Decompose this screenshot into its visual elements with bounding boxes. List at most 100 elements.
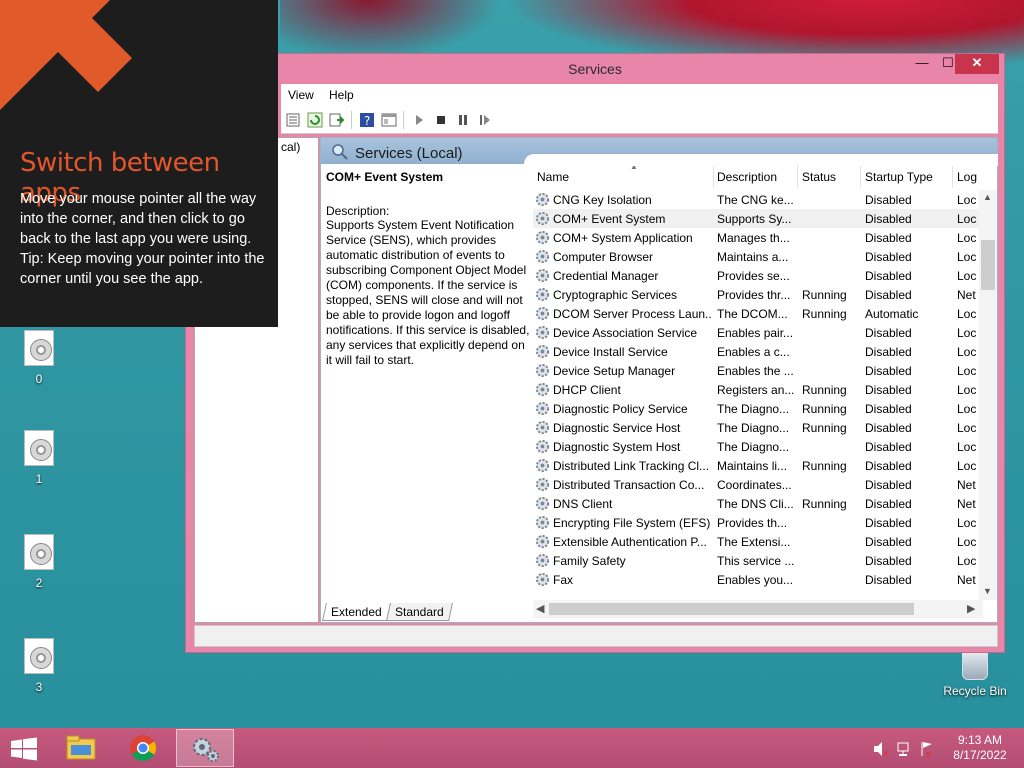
refresh-icon[interactable]	[307, 112, 323, 128]
service-name: Credential Manager	[553, 269, 659, 283]
menu-view[interactable]: View	[288, 88, 314, 102]
service-name: Device Setup Manager	[553, 364, 676, 378]
desktop-icon-3[interactable]: 3	[9, 638, 69, 694]
table-row[interactable]: Diagnostic Service Host The Diagno... Runn…	[533, 418, 983, 437]
properties-icon[interactable]	[285, 112, 301, 128]
service-gear-icon	[535, 325, 550, 340]
service-gear-icon	[535, 553, 550, 568]
vertical-scroll-thumb[interactable]	[981, 240, 995, 290]
service-gear-icon	[535, 230, 550, 245]
export-list-icon[interactable]	[329, 112, 345, 128]
action-center-flag-icon[interactable]: x	[921, 742, 932, 758]
scroll-down-icon[interactable]: ▼	[983, 586, 992, 596]
service-status: Running	[802, 288, 847, 302]
network-icon[interactable]	[897, 742, 909, 756]
column-header-name[interactable]: Name	[537, 170, 569, 184]
table-row[interactable]: Device Setup Manager Enables the ... Disab…	[533, 361, 983, 380]
start-service-icon[interactable]	[411, 112, 427, 128]
disc-file-icon	[24, 638, 54, 674]
description-label: Description:	[326, 204, 390, 218]
restart-service-icon[interactable]	[477, 112, 493, 128]
menu-help[interactable]: Help	[329, 88, 354, 102]
table-row[interactable]: Extensible Authentication P... The Extens…	[533, 532, 983, 551]
column-divider[interactable]	[713, 166, 714, 188]
service-name: Computer Browser	[553, 250, 654, 264]
table-row[interactable]: Cryptographic Services Provides thr... Run…	[533, 285, 983, 304]
table-row[interactable]: Family Safety This service ... Disabled Loc	[533, 551, 983, 570]
table-row[interactable]: DNS Client The DNS Cli... Running Disabled N…	[533, 494, 983, 513]
service-description: Provides th...	[717, 516, 788, 530]
service-name: DHCP Client	[553, 383, 621, 397]
table-row[interactable]: Fax Enables you... Disabled Net	[533, 570, 983, 589]
recycle-bin-icon	[962, 650, 988, 680]
table-row[interactable]: DHCP Client Registers an... Running Disable…	[533, 380, 983, 399]
service-gear-icon	[535, 477, 550, 492]
tab-standard[interactable]: Standard	[386, 603, 453, 621]
column-divider[interactable]	[952, 166, 953, 188]
close-button[interactable]: ✕	[955, 54, 999, 74]
column-header-status[interactable]: Status	[802, 170, 836, 184]
table-row[interactable]: COM+ System Application Manages th... Disa…	[533, 228, 983, 247]
service-gear-icon	[535, 534, 550, 549]
column-divider[interactable]	[860, 166, 861, 188]
taskbar-services[interactable]	[176, 729, 234, 767]
table-row[interactable]: Device Association Service Enables pair..…	[533, 323, 983, 342]
taskbar-chrome[interactable]	[114, 729, 172, 767]
minimize-button[interactable]: —	[909, 54, 935, 74]
windows-start-icon[interactable]	[10, 737, 38, 761]
vertical-scrollbar[interactable]: ▲ ▼	[979, 190, 997, 600]
table-row[interactable]: Computer Browser Maintains a... Disabled Lo…	[533, 247, 983, 266]
table-row[interactable]: Credential Manager Provides se... Disabled…	[533, 266, 983, 285]
stop-service-icon[interactable]	[433, 112, 449, 128]
table-row[interactable]: CNG Key Isolation The CNG ke... Disabled Lo…	[533, 190, 983, 209]
service-name: Device Association Service	[553, 326, 698, 340]
service-description: Enables the ...	[717, 364, 794, 378]
show-hide-console-icon[interactable]	[381, 112, 397, 128]
service-gear-icon	[535, 458, 550, 473]
column-header-startup-type[interactable]: Startup Type	[865, 170, 933, 184]
column-header-description[interactable]: Description	[717, 170, 777, 184]
table-row[interactable]: DCOM Server Process Laun... The DCOM... Ru…	[533, 304, 983, 323]
service-startup-type: Disabled	[865, 535, 912, 549]
help-icon[interactable]: ?	[359, 112, 375, 128]
service-startup-type: Disabled	[865, 421, 912, 435]
gears-icon	[193, 738, 219, 762]
clock-time: 9:13 AM	[957, 733, 1003, 747]
service-startup-type: Disabled	[865, 345, 912, 359]
title-bar[interactable]: Services — ☐ ✕	[186, 54, 1004, 84]
table-row[interactable]: Distributed Link Tracking Cl... Maintains…	[533, 456, 983, 475]
hint-body: Move your mouse pointer all the way into…	[20, 191, 265, 287]
service-status: Running	[802, 402, 847, 416]
scroll-up-icon[interactable]: ▲	[983, 192, 992, 202]
tab-extended[interactable]: Extended	[322, 603, 391, 621]
service-startup-type: Automatic	[865, 307, 919, 321]
table-row[interactable]: Diagnostic System Host The Diagno... Disab…	[533, 437, 983, 456]
pause-service-icon[interactable]	[455, 112, 471, 128]
service-description: This service ...	[717, 554, 795, 568]
service-gear-icon	[535, 382, 550, 397]
recycle-bin[interactable]: Recycle Bin	[940, 650, 1010, 698]
table-row[interactable]: Encrypting File System (EFS) Provides th.…	[533, 513, 983, 532]
table-row[interactable]: COM+ Event System Supports Sy... Disabled L…	[533, 209, 983, 228]
desktop-icon-label: 3	[35, 680, 43, 694]
service-name: CNG Key Isolation	[553, 193, 652, 207]
column-divider[interactable]	[797, 166, 798, 188]
service-status: Running	[802, 421, 847, 435]
volume-muted-icon[interactable]: x	[874, 742, 889, 758]
service-name: Distributed Link Tracking Cl...	[553, 459, 710, 473]
table-row[interactable]: Distributed Transaction Co... Coordinates…	[533, 475, 983, 494]
desktop-icon-2[interactable]: 2	[9, 534, 69, 590]
service-startup-type: Disabled	[865, 573, 912, 587]
desktop-icon-1[interactable]: 1	[9, 430, 69, 486]
service-gear-icon	[535, 344, 550, 359]
taskbar-file-explorer[interactable]	[52, 729, 110, 767]
service-description: Provides thr...	[717, 288, 791, 302]
tree-node-services-local[interactable]: cal)	[281, 140, 300, 154]
table-row[interactable]: Diagnostic Policy Service The Diagno... Ru…	[533, 399, 983, 418]
toolbar-separator	[403, 111, 404, 129]
desktop-icon-0[interactable]: 0	[9, 330, 69, 386]
column-header-log-on-as[interactable]: Log	[957, 170, 977, 184]
taskbar-clock[interactable]: 9:13 AM 8/17/2022	[940, 733, 1020, 763]
system-tray: x x	[874, 742, 932, 758]
table-row[interactable]: Device Install Service Enables a c... Disa…	[533, 342, 983, 361]
